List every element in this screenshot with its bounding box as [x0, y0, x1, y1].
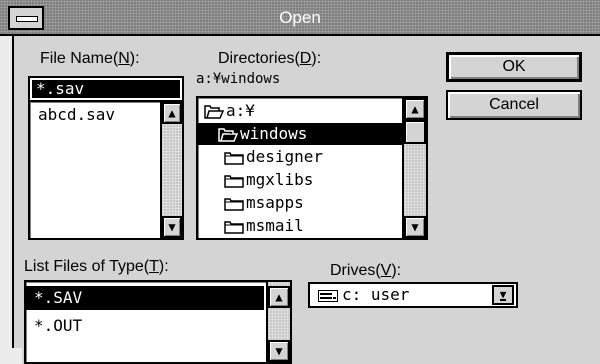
directory-item[interactable]: designer — [198, 146, 404, 168]
directory-item-label: mgxlibs — [246, 170, 314, 189]
directory-item-label: designer — [246, 147, 324, 166]
window-title: Open — [279, 8, 321, 27]
hard-drive-icon — [318, 289, 338, 302]
file-type-label: List Files of Type(T): — [24, 258, 169, 275]
scroll-down-button[interactable]: ▼ — [268, 340, 290, 362]
drives-selected: c: user — [318, 284, 409, 306]
file-name-input-text: *.sav — [32, 80, 180, 98]
open-folder-icon — [218, 124, 240, 143]
directory-item[interactable]: windows — [198, 123, 404, 145]
scroll-down-button[interactable]: ▼ — [404, 216, 426, 238]
folder-icon — [224, 170, 246, 189]
system-menu-icon — [16, 16, 38, 22]
folder-icon — [224, 216, 246, 235]
file-name-input[interactable]: *.sav — [28, 76, 184, 102]
down-arrow-icon: ▼ — [168, 220, 176, 234]
directory-item-label: msapps — [246, 193, 304, 212]
directory-item[interactable]: mgxlibs — [198, 169, 404, 191]
directory-item[interactable]: a:¥ — [198, 100, 404, 122]
directory-item[interactable]: msmail — [198, 215, 404, 237]
file-list[interactable]: abcd.sav ▲ ▼ — [28, 100, 184, 240]
folder-icon — [224, 147, 246, 166]
drives-dropdown[interactable]: c: user ▼ — [308, 282, 518, 308]
dropdown-arrow-icon: ▼ — [499, 287, 507, 301]
cancel-button[interactable]: Cancel — [446, 90, 582, 120]
folder-icon — [224, 193, 246, 212]
drives-label: Drives(V): — [330, 262, 402, 279]
scroll-up-button[interactable]: ▲ — [162, 102, 182, 124]
directories-label: Directories(D): — [218, 50, 322, 67]
directory-item-label: msmail — [246, 216, 304, 235]
file-type-option[interactable]: *.OUT — [34, 314, 82, 338]
dropdown-arrow-button[interactable]: ▼ — [492, 285, 514, 305]
scroll-up-button[interactable]: ▲ — [404, 98, 426, 120]
system-menu-button[interactable] — [8, 6, 44, 30]
directory-item[interactable]: msapps — [198, 192, 404, 214]
scroll-up-button[interactable]: ▲ — [268, 286, 290, 308]
open-folder-icon — [204, 101, 226, 120]
directory-list-scrollbar[interactable]: ▲ ▼ — [402, 98, 426, 238]
window-bottom-edge — [0, 348, 22, 364]
down-arrow-icon: ▼ — [275, 344, 283, 358]
directory-item-label: windows — [240, 124, 308, 143]
ok-button[interactable]: OK — [446, 52, 582, 82]
up-arrow-icon: ▲ — [411, 102, 419, 116]
down-arrow-icon: ▼ — [411, 220, 419, 234]
scroll-down-button[interactable]: ▼ — [162, 216, 182, 238]
window-left-frame — [0, 36, 14, 364]
file-list-scrollbar[interactable]: ▲ ▼ — [160, 102, 182, 238]
file-type-scrollbar[interactable]: ▲ ▼ — [266, 282, 290, 362]
up-arrow-icon: ▲ — [168, 106, 176, 120]
file-name-label: File Name(N): — [40, 50, 140, 67]
scroll-thumb[interactable] — [404, 120, 426, 144]
file-type-list[interactable]: *.SAV *.OUT ▲ ▼ — [24, 280, 292, 364]
current-directory-path: a:¥windows — [196, 71, 281, 87]
up-arrow-icon: ▲ — [275, 290, 283, 304]
file-type-option[interactable]: *.SAV — [26, 286, 264, 310]
directory-list[interactable]: a:¥ windows designer mgxlibs msapps msmail ▲ … — [196, 96, 428, 240]
file-list-item[interactable]: abcd.sav — [38, 104, 115, 126]
directory-item-label: a:¥ — [226, 101, 255, 120]
